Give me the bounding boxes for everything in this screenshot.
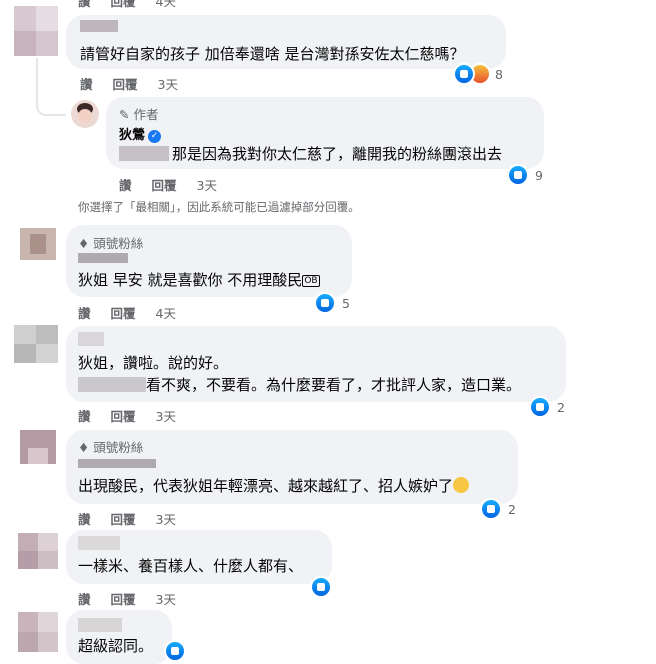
author-avatar[interactable]: [71, 100, 99, 128]
timestamp[interactable]: 3天: [156, 409, 176, 424]
reaction-badge[interactable]: [164, 640, 186, 662]
reaction-badge[interactable]: 9: [507, 164, 543, 186]
reply-button[interactable]: 回覆: [152, 178, 177, 193]
comment-actions: 讚 回覆 4天: [78, 303, 192, 322]
timestamp[interactable]: 3天: [197, 178, 217, 193]
like-button[interactable]: 讚: [80, 77, 93, 92]
comment-text: 超級認同。: [78, 637, 154, 655]
timestamp[interactable]: 3天: [156, 592, 176, 607]
comment-text-line2: 看不爽，不要看。為什麼要看了，才批評人家，造口業。: [146, 376, 522, 394]
avatar[interactable]: [18, 612, 58, 652]
diamond-icon: ♦: [78, 236, 90, 251]
like-button[interactable]: 讚: [78, 409, 91, 424]
like-button[interactable]: 讚: [119, 178, 132, 193]
commenter-name[interactable]: [78, 618, 122, 632]
author-name[interactable]: 狄鶯 ✓: [119, 124, 162, 143]
timestamp[interactable]: 4天: [156, 306, 176, 321]
reaction-badge[interactable]: 8: [453, 63, 503, 85]
comment-text: 一樣米、養百樣人、什麼人都有、: [78, 557, 304, 575]
like-button[interactable]: 讚: [78, 306, 91, 321]
grin-emoji-icon: [453, 477, 470, 493]
like-button[interactable]: 讚: [78, 512, 91, 527]
filter-note: 你選擇了「最相關」，因此系統可能已過濾掉部分回覆。: [78, 200, 360, 214]
reaction-count: 2: [557, 399, 565, 415]
reaction-count: 2: [508, 501, 516, 517]
reaction-count: 9: [535, 167, 543, 183]
like-reaction-icon: [164, 640, 186, 662]
pencil-icon: ✎: [119, 107, 130, 122]
comment-text: 請管好自家的孩子 加倍奉還啥 是台灣對孫安佐太仁慈嗎？: [80, 45, 465, 63]
avatar[interactable]: [20, 228, 56, 260]
comment-text: 出現酸民，代表狄姐年輕漂亮、越來越紅了、招人嫉妒了: [78, 476, 470, 496]
reply-text: 那是因為我對你太仁慈了，離開我的粉絲團滾出去: [172, 145, 503, 163]
thread-connector: [36, 58, 66, 116]
like-reaction-icon: [529, 396, 551, 418]
diamond-icon: ♦: [78, 440, 90, 455]
commenter-name[interactable]: [78, 253, 128, 263]
reply-button[interactable]: 回覆: [111, 0, 136, 9]
reaction-count: 8: [495, 66, 503, 82]
commenter-name[interactable]: [78, 459, 156, 468]
comment-text: 狄姐 早安 就是喜歡你 不用理酸民 OB: [78, 271, 320, 289]
reaction-badge[interactable]: 2: [529, 396, 565, 418]
comment-actions: 讚 回覆 3天: [78, 589, 192, 608]
avatar[interactable]: [14, 6, 58, 56]
reply-button[interactable]: 回覆: [111, 306, 136, 321]
timestamp[interactable]: 3天: [158, 77, 178, 92]
reply-button[interactable]: 回覆: [111, 512, 136, 527]
timestamp[interactable]: 3天: [156, 512, 176, 527]
reply-actions: 讚 回覆 3天: [119, 175, 233, 194]
like-reaction-icon: [310, 576, 332, 598]
like-button[interactable]: 讚: [78, 592, 91, 607]
mentioned-user[interactable]: [78, 377, 146, 392]
reaction-badge[interactable]: 2: [480, 498, 516, 520]
comment-actions: 讚 回覆 3天: [80, 74, 194, 93]
reaction-count: 5: [342, 295, 350, 311]
reaction-badge[interactable]: [565, 0, 599, 4]
avatar[interactable]: [18, 533, 58, 569]
comment-text-line1: 狄姐，讚啦。說的好。: [78, 354, 229, 372]
top-fan-badge: ♦ 頭號粉絲: [78, 440, 144, 455]
reply-button[interactable]: 回覆: [111, 409, 136, 424]
like-reaction-icon: [453, 63, 475, 85]
mentioned-user[interactable]: [119, 146, 169, 161]
author-tag: ✎ 作者: [119, 107, 159, 122]
avatar[interactable]: [14, 325, 58, 363]
like-reaction-icon: [314, 292, 336, 314]
comment-actions: 讚 回覆 4天: [78, 0, 192, 10]
top-fan-badge: ♦ 頭號粉絲: [78, 236, 144, 251]
like-button[interactable]: 讚: [78, 0, 91, 9]
commenter-name[interactable]: [78, 332, 104, 346]
commenter-name[interactable]: [80, 20, 118, 32]
avatar[interactable]: [20, 430, 56, 464]
verified-badge-icon: ✓: [148, 130, 162, 143]
reaction-badge[interactable]: 5: [314, 292, 350, 314]
comment-actions: 讚 回覆 3天: [78, 509, 192, 528]
commenter-name[interactable]: [78, 536, 120, 550]
like-reaction-icon: [507, 164, 529, 186]
comment-actions: 讚 回覆 3天: [78, 406, 192, 425]
timestamp[interactable]: 4天: [156, 0, 176, 9]
reaction-badge[interactable]: [310, 576, 332, 598]
like-reaction-icon: [480, 498, 502, 520]
reply-button[interactable]: 回覆: [111, 592, 136, 607]
reply-button[interactable]: 回覆: [113, 77, 138, 92]
